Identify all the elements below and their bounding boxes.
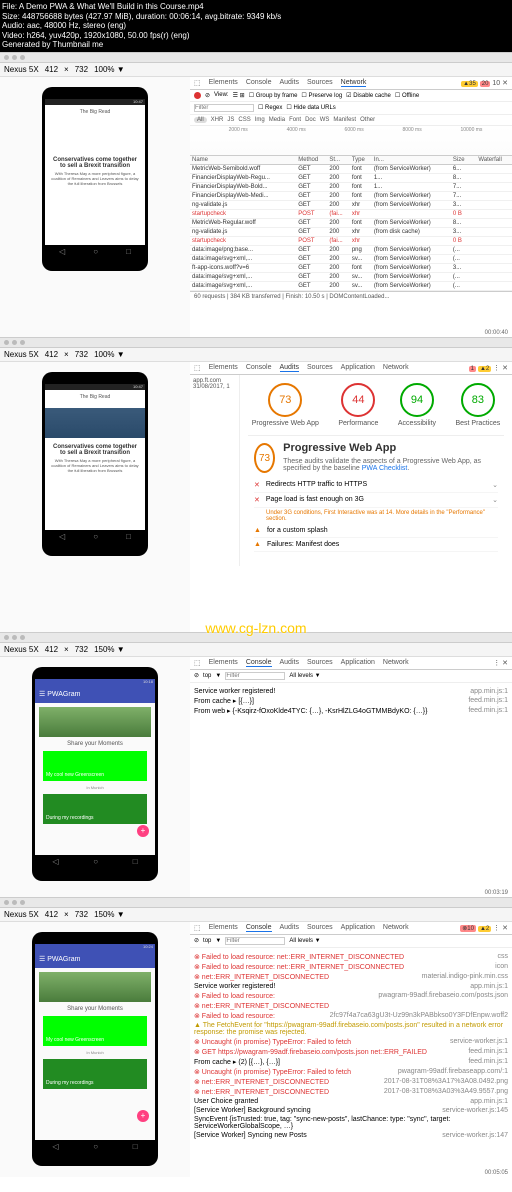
- filter-input[interactable]: [194, 104, 254, 112]
- table-row[interactable]: MetricWeb-Semibold.woffGET200font(from S…: [190, 164, 512, 173]
- lh-pwa-title: Progressive Web App: [283, 442, 498, 454]
- android-nav: ◁○□: [45, 245, 145, 259]
- waterfall-overview[interactable]: 2000 ms 4000 ms 6000 ms 8000 ms 10000 ms: [190, 126, 512, 156]
- table-row[interactable]: startupcheckPOST(fai...xhr0 B: [190, 236, 512, 245]
- console-output-errors[interactable]: ⊗ Failed to load resource: net::ERR_INTE…: [190, 948, 512, 1144]
- article-desc: With Theresa May a more peripheral figur…: [45, 171, 145, 187]
- table-row[interactable]: ft-app-icons.woff?v=6GET200font(from Ser…: [190, 263, 512, 272]
- pwa-appbar: ☰ PWAGram: [35, 685, 155, 703]
- console-filter[interactable]: [225, 672, 285, 680]
- zoom-select[interactable]: 100% ▼: [94, 65, 125, 74]
- table-row[interactable]: data:image/svg+xml,...GET200sv...(from S…: [190, 281, 512, 290]
- console-output[interactable]: Service worker registered!app.min.js:1 F…: [190, 683, 512, 720]
- table-row[interactable]: FinancierDisplayWeb-Medi...GET200font(fr…: [190, 191, 512, 200]
- fab-add[interactable]: +: [137, 825, 149, 837]
- table-row[interactable]: FinancierDisplayWeb-Regu...GET200font1..…: [190, 173, 512, 182]
- clear-button[interactable]: ⊘: [205, 92, 210, 99]
- table-row[interactable]: data:image/svg+xml,...GET200sv...(from S…: [190, 254, 512, 263]
- device-label: Nexus 5X: [4, 65, 39, 74]
- video-metadata: File: A Demo PWA & What We'll Build in t…: [0, 0, 512, 52]
- record-button[interactable]: [194, 92, 201, 99]
- device-toolbar: Nexus 5X 412×732 100% ▼: [0, 63, 512, 77]
- phone-frame: 10:47 The Big Read Conservatives come to…: [42, 87, 148, 271]
- pwa-checklist-link[interactable]: PWA Checklist: [362, 465, 408, 472]
- article-title[interactable]: Conservatives come together to sell a Br…: [45, 155, 145, 171]
- table-row[interactable]: startupcheckPOST(fai...xhr0 B: [190, 209, 512, 218]
- table-row[interactable]: data:image/png;base...GET200png(from Ser…: [190, 245, 512, 254]
- table-row[interactable]: ng-validate.jsGET200xhr(from ServiceWork…: [190, 200, 512, 209]
- ft-logo: The Big Read: [45, 105, 145, 119]
- table-row[interactable]: ng-validate.jsGET200xhr(from disk cache)…: [190, 227, 512, 236]
- table-row[interactable]: data:image/svg+xml,...GET200sv...(from S…: [190, 272, 512, 281]
- table-row[interactable]: MetricWeb-Regular.woffGET200font(from Se…: [190, 218, 512, 227]
- browser-tab-bar: [0, 53, 512, 63]
- post-card[interactable]: My cool new Greenscreen: [43, 751, 147, 781]
- network-table[interactable]: NameMethodSt...TypeIn...SizeWaterfall Me…: [190, 156, 512, 291]
- devtools-tabs[interactable]: ⬚ ElementsConsoleAuditsSourcesNetwork ▲3…: [190, 77, 512, 90]
- table-row[interactable]: FinancierDisplayWeb-Bold...GET200font1..…: [190, 182, 512, 191]
- network-summary: 60 requests | 384 KB transferred | Finis…: [190, 291, 512, 302]
